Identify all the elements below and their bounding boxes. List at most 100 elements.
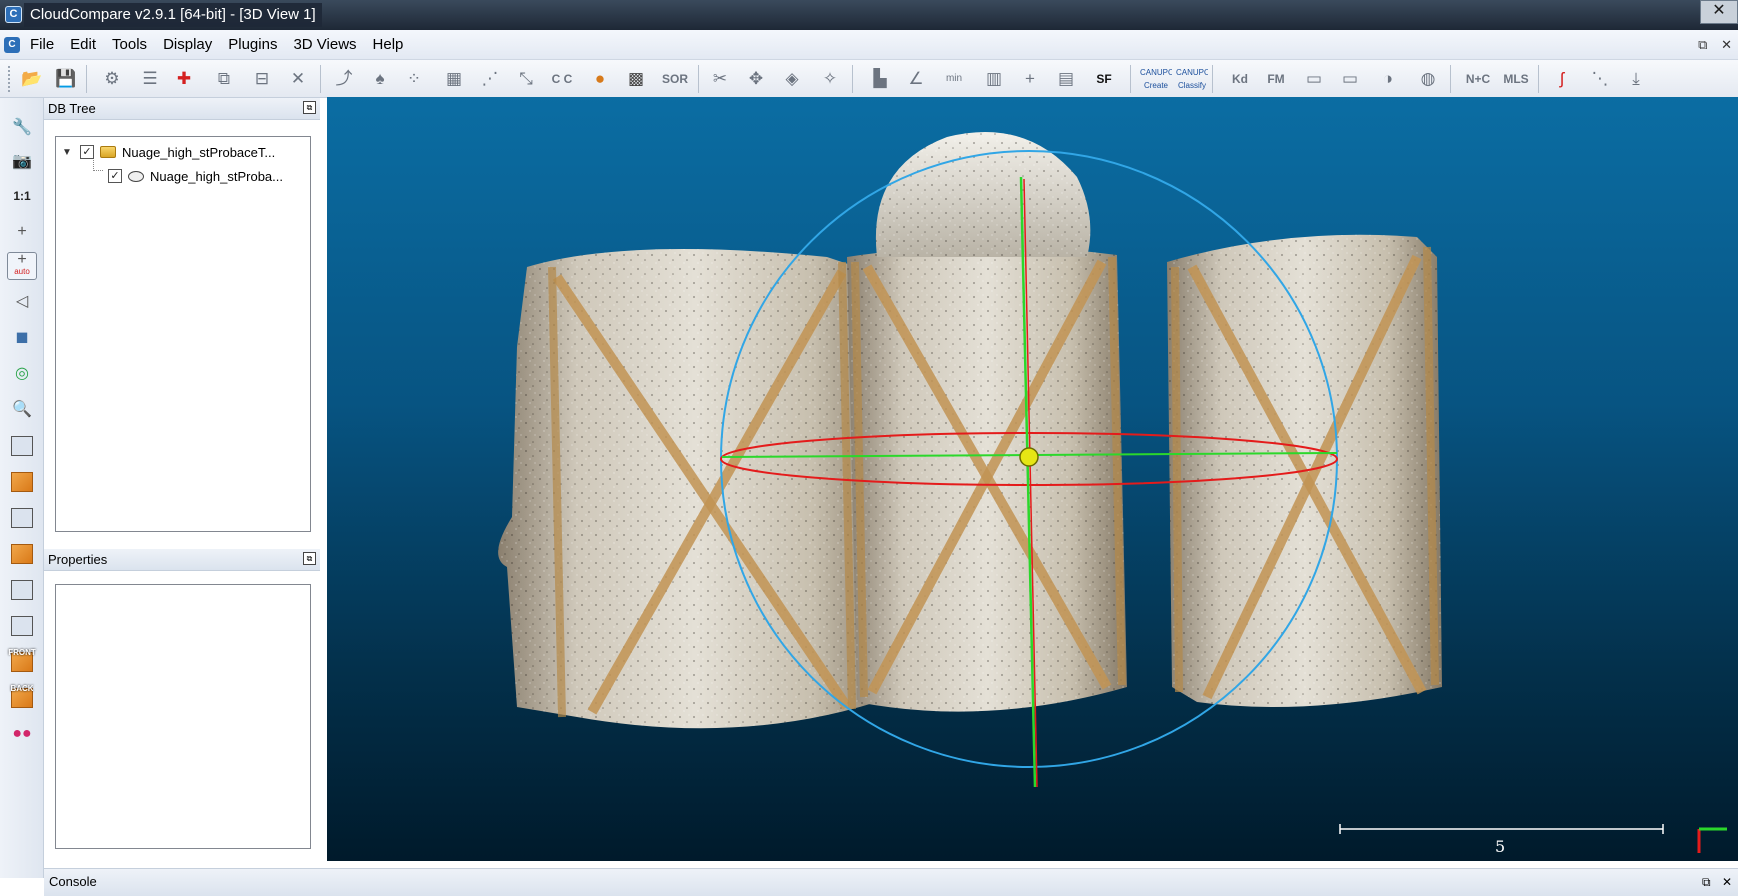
axis-trihedron-icon	[1697, 827, 1727, 853]
menu-file[interactable]: File	[22, 30, 62, 60]
toolbar-grip[interactable]	[8, 66, 12, 92]
zoom-1-1-button[interactable]: 1:1	[7, 182, 37, 210]
min-max-icon[interactable]: min max	[940, 66, 968, 92]
properties-float-icon[interactable]: ⧉	[303, 552, 316, 565]
plane-icon[interactable]: ◈	[778, 66, 806, 92]
menu-help[interactable]: Help	[365, 30, 412, 60]
global-shift-icon[interactable]: ⚙	[98, 66, 126, 92]
mdi-restore-icon[interactable]: ⧉	[1698, 37, 1707, 52]
view-top-icon[interactable]	[7, 432, 37, 460]
view-front-icon[interactable]	[7, 468, 37, 496]
open-icon[interactable]: 📂	[18, 66, 46, 92]
pivot-plus-icon: +	[17, 251, 27, 268]
properties-panel[interactable]	[55, 584, 311, 849]
view-iso-icon[interactable]	[7, 612, 37, 640]
canupo-create-button[interactable]: CANUPO Create	[1140, 66, 1172, 92]
menu-edit[interactable]: Edit	[62, 30, 104, 60]
main-toolbar: 📂 💾 ⚙ ☰ ✚ ⧉ ⊟ ✕ ⤴ ♠ ⁘ ▦ ⋰ ⤡ C C ● ▩ SOR …	[0, 60, 1738, 98]
scissors-icon[interactable]: ✂	[706, 66, 734, 92]
add-point-icon[interactable]: ✚	[170, 66, 198, 92]
expand-arrow-icon[interactable]: ▼	[62, 147, 74, 158]
view-toolbar: 🔧 📷 1:1 + + auto ◁ ◼ ◎ 🔍 FRONT BACK ●●	[0, 98, 44, 878]
s-curve-icon[interactable]: ʃ	[1548, 66, 1576, 92]
kd-tree-button[interactable]: Kd	[1226, 66, 1254, 92]
delete-icon[interactable]: ✕	[284, 66, 312, 92]
point-cloud-render	[498, 132, 1727, 853]
save-icon[interactable]: 💾	[52, 66, 80, 92]
view-front-named-button[interactable]: FRONT	[7, 648, 37, 676]
menu-plugins[interactable]: Plugins	[220, 30, 285, 60]
cube-shaded-icon[interactable]: ◼	[7, 324, 37, 352]
stereo-icon[interactable]: ●●	[7, 720, 37, 748]
fm-button[interactable]: FM	[1262, 66, 1290, 92]
console-float-icon[interactable]: ⧉	[1702, 875, 1711, 889]
menu-3d-views[interactable]: 3D Views	[285, 30, 364, 60]
window-close-button[interactable]: ✕	[1700, 0, 1738, 24]
perspective-icon[interactable]: ◁	[7, 288, 37, 316]
mesh-icon[interactable]: ▦	[440, 66, 468, 92]
document-icon[interactable]: ▭	[1300, 66, 1328, 92]
view-back-named-button[interactable]: BACK	[7, 684, 37, 712]
zoom-icon[interactable]: 🔍	[7, 396, 37, 424]
db-tree-float-icon[interactable]: ⧉	[303, 101, 316, 114]
mls-button[interactable]: MLS	[1500, 66, 1532, 92]
db-tree-panel[interactable]: ▼ ✓ Nuage_high_stProbaceT... ✓ Nuage_hig…	[55, 136, 311, 532]
filter-icon[interactable]: ▥	[980, 66, 1008, 92]
scalar-field-button[interactable]: SF	[1090, 66, 1118, 92]
console-close-icon[interactable]: ✕	[1722, 875, 1732, 889]
color-icon[interactable]: ●	[586, 66, 614, 92]
camera-icon[interactable]: 📷	[7, 148, 37, 176]
menu-display[interactable]: Display	[155, 30, 220, 60]
view-left-icon[interactable]	[7, 504, 37, 532]
tree-item-cloud[interactable]: ✓ Nuage_high_stProba...	[108, 165, 283, 187]
merge-icon[interactable]: ⊟	[248, 66, 276, 92]
pie-icon[interactable]: ◑	[1374, 66, 1402, 92]
subsample-icon[interactable]: ⁘	[400, 66, 428, 92]
clone-icon[interactable]: ⧉	[210, 66, 238, 92]
properties-header: Properties ⧉	[44, 549, 320, 571]
db-tree-header: DB Tree ⧉	[44, 98, 320, 120]
plus-icon[interactable]: +	[1016, 66, 1044, 92]
view-bottom-icon[interactable]	[7, 576, 37, 604]
tree-item-label: Nuage_high_stProba...	[150, 168, 283, 184]
scatter-icon[interactable]: ⋱	[1586, 66, 1614, 92]
curve-icon[interactable]: ∠	[902, 66, 930, 92]
csv-icon[interactable]: ▭	[1336, 66, 1364, 92]
cc-icon[interactable]: C C	[548, 66, 576, 92]
view-right-icon[interactable]	[7, 540, 37, 568]
console-header: Console ⧉ ✕	[44, 868, 1738, 896]
scale-bar-label: 5	[1495, 837, 1506, 856]
globe-icon[interactable]: ◍	[1414, 66, 1442, 92]
checker-icon[interactable]: ▩	[622, 66, 650, 92]
list-icon[interactable]: ☰	[136, 66, 164, 92]
histogram-icon[interactable]: ▙	[866, 66, 894, 92]
canupo-classify-button[interactable]: CANUPO Classify	[1176, 66, 1208, 92]
octree-icon[interactable]: ♠	[366, 66, 394, 92]
tree-item-checkbox[interactable]: ✓	[80, 145, 94, 159]
cloudcompare-window: C CloudCompare v2.9.1 [64-bit] - [3D Vie…	[0, 0, 1738, 896]
center-tank	[847, 132, 1127, 712]
sample-points-icon[interactable]: ⋰	[476, 66, 504, 92]
auto-label: auto	[14, 267, 30, 276]
wrench-icon[interactable]: 🔧	[7, 114, 37, 142]
pick-icon[interactable]: ✧	[816, 66, 844, 92]
auto-pivot-button[interactable]: + auto	[7, 252, 37, 280]
menu-app-icon[interactable]: C	[4, 37, 20, 53]
translate-icon[interactable]: ✥	[742, 66, 770, 92]
3d-view[interactable]: 5	[327, 97, 1738, 861]
canupo-create-title: CANUPO	[1140, 68, 1172, 77]
tree-item-folder[interactable]: ▼ ✓ Nuage_high_stProbaceT...	[62, 141, 275, 163]
tree-item-checkbox[interactable]: ✓	[108, 169, 122, 183]
menu-tools[interactable]: Tools	[104, 30, 155, 60]
calculator-icon[interactable]: ▤	[1052, 66, 1080, 92]
back-label: BACK	[10, 684, 34, 693]
normals-icon[interactable]: ⤴	[330, 66, 358, 92]
nc-button[interactable]: N+C	[1462, 66, 1494, 92]
color-ramp-icon[interactable]: ◎	[7, 360, 37, 388]
register-icon[interactable]: ⤡	[512, 66, 540, 92]
mdi-close-icon[interactable]: ✕	[1721, 37, 1732, 52]
menu-bar: C File Edit Tools Display Plugins 3D Vie…	[0, 30, 1738, 60]
sor-filter-button[interactable]: SOR	[658, 66, 692, 92]
align-icon[interactable]: ⤓	[1622, 66, 1650, 92]
crosshair-icon[interactable]: +	[7, 218, 37, 246]
